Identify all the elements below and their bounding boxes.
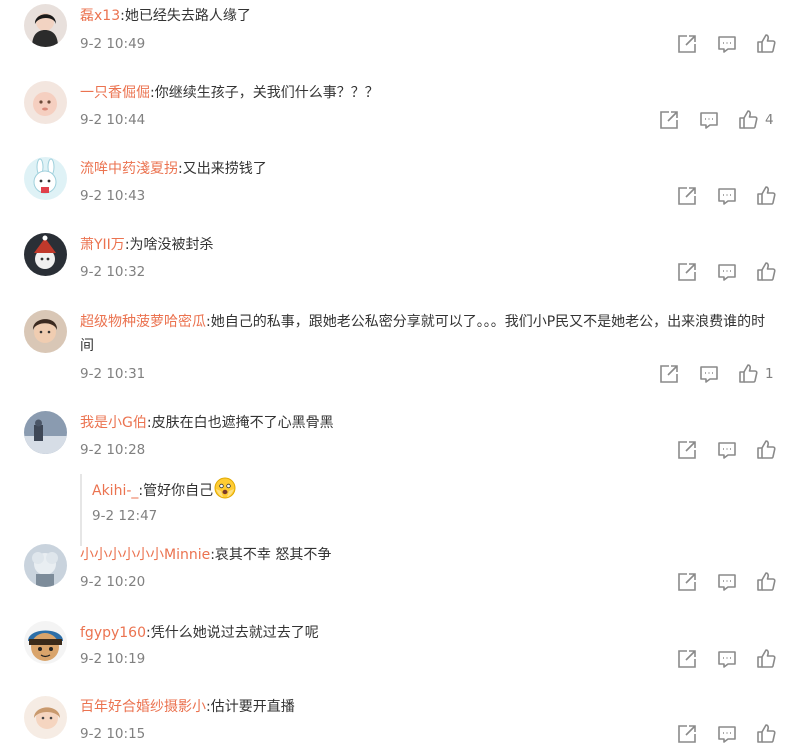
share-icon[interactable] bbox=[676, 261, 698, 283]
thumbs-up-icon[interactable] bbox=[755, 185, 777, 207]
thumbs-up-icon[interactable] bbox=[755, 439, 777, 461]
thumbs-up-icon[interactable] bbox=[755, 648, 777, 670]
reply-text: Akihi-_:管好你自己 bbox=[92, 476, 237, 503]
comment-actions bbox=[0, 439, 792, 461]
thumbs-up-icon[interactable] bbox=[755, 571, 777, 593]
share-icon[interactable] bbox=[676, 571, 698, 593]
username-link[interactable]: 百年好合婚纱摄影小 bbox=[80, 699, 206, 715]
reply-item: Akihi-_:管好你自己 9-2 12:47 bbox=[80, 474, 480, 546]
comment-text: 磊x13:她已经失去路人缘了 bbox=[80, 8, 251, 24]
comment-icon[interactable] bbox=[698, 363, 720, 385]
comment-icon[interactable] bbox=[716, 439, 738, 461]
username-link[interactable]: 萧YII万 bbox=[80, 237, 125, 253]
comment-actions: 1 bbox=[0, 363, 792, 385]
share-icon[interactable] bbox=[676, 648, 698, 670]
share-icon[interactable] bbox=[658, 109, 680, 131]
comment-icon[interactable] bbox=[716, 648, 738, 670]
comment-icon[interactable] bbox=[698, 109, 720, 131]
thumbs-up-icon[interactable] bbox=[755, 261, 777, 283]
username-link[interactable]: 流哞中药淺夏拐 bbox=[80, 161, 178, 177]
comment-text: 百年好合婚纱摄影小:估计要开直播 bbox=[80, 699, 295, 715]
comment-icon[interactable] bbox=[716, 185, 738, 207]
thumbs-up-icon[interactable] bbox=[755, 33, 777, 55]
thumbs-up-icon[interactable] bbox=[737, 109, 759, 131]
username-link[interactable]: 我是小G伯 bbox=[80, 415, 147, 431]
comment-icon[interactable] bbox=[716, 33, 738, 55]
share-icon[interactable] bbox=[658, 363, 680, 385]
username-link[interactable]: 一只香倔倔 bbox=[80, 85, 150, 101]
comment-actions bbox=[0, 261, 792, 283]
share-icon[interactable] bbox=[676, 439, 698, 461]
like-count: 1 bbox=[765, 366, 774, 382]
avatar[interactable] bbox=[24, 310, 67, 353]
username-link[interactable]: fgypy160 bbox=[80, 625, 146, 641]
username-link[interactable]: 小小小小小小Minnie bbox=[80, 547, 210, 563]
comment-text: 小小小小小小Minnie:哀其不幸 怒其不争 bbox=[80, 547, 332, 563]
comment-icon[interactable] bbox=[716, 571, 738, 593]
reply-username-link[interactable]: Akihi-_ bbox=[92, 483, 138, 499]
share-icon[interactable] bbox=[676, 185, 698, 207]
scared-face-emoji-icon bbox=[213, 476, 237, 500]
like-count: 4 bbox=[765, 112, 774, 128]
comment-actions bbox=[0, 648, 792, 670]
comment-text: 一只香倔倔:你继续生孩子，关我们什么事？？？ bbox=[80, 85, 379, 101]
comment-actions bbox=[0, 185, 792, 207]
comment-text: fgypy160:凭什么她说过去就过去了呢 bbox=[80, 625, 319, 641]
comment-actions bbox=[0, 571, 792, 593]
share-icon[interactable] bbox=[676, 723, 698, 745]
comment-text: 流哞中药淺夏拐:又出来捞钱了 bbox=[80, 161, 267, 177]
comment-actions: 4 bbox=[0, 109, 792, 131]
username-link[interactable]: 超级物种菠萝哈密瓜 bbox=[80, 314, 206, 330]
comment-text: 萧YII万:为啥没被封杀 bbox=[80, 237, 214, 253]
comment-icon[interactable] bbox=[716, 261, 738, 283]
comment-text: 我是小G伯:皮肤在白也遮掩不了心黑骨黑 bbox=[80, 415, 334, 431]
share-icon[interactable] bbox=[676, 33, 698, 55]
comment-actions bbox=[0, 33, 792, 55]
thumbs-up-icon[interactable] bbox=[737, 363, 759, 385]
comment-actions bbox=[0, 723, 792, 745]
comment-icon[interactable] bbox=[716, 723, 738, 745]
thumbs-up-icon[interactable] bbox=[755, 723, 777, 745]
comment-text: 超级物种菠萝哈密瓜:她自己的私事，跟她老公私密分享就可以了。。。我们小P民又不是… bbox=[80, 314, 766, 354]
reply-time: 9-2 12:47 bbox=[92, 508, 158, 524]
username-link[interactable]: 磊x13 bbox=[80, 8, 120, 24]
